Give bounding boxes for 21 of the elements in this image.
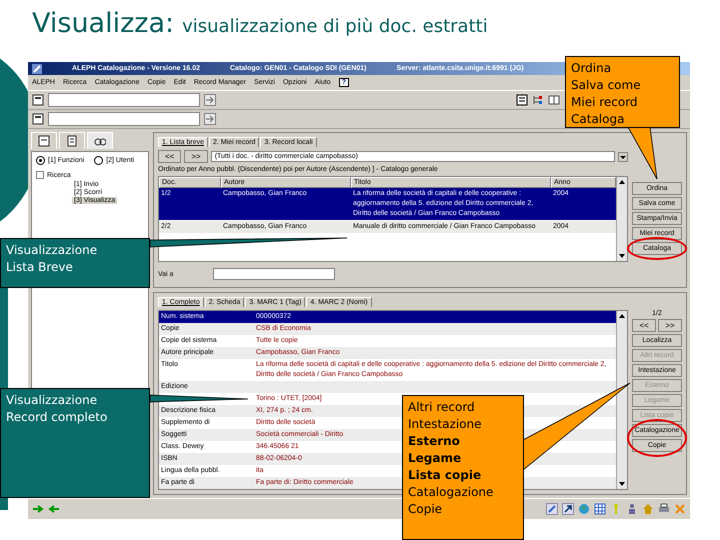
callout-text: Altri record	[408, 399, 476, 416]
nav-button[interactable]: <<	[632, 319, 656, 332]
callout-text: Ordina	[571, 60, 612, 77]
callout-text: Visualizzazione	[6, 392, 98, 409]
callout-text: Copie	[408, 501, 444, 518]
callout-text: Intestazione	[408, 416, 483, 433]
callout-text: Visualizzazione	[6, 242, 98, 259]
callout-text: Catalogazione	[408, 484, 494, 501]
callout-text: Record completo	[6, 409, 108, 426]
nav-button[interactable]: >>	[184, 150, 208, 163]
callout-text: Esterno	[408, 433, 461, 450]
nav-button[interactable]: <<	[158, 150, 182, 163]
callout-text: Lista Breve	[6, 259, 74, 276]
nav-button[interactable]: >>	[658, 319, 682, 332]
callout-text: Legame	[408, 450, 462, 467]
callout-text: Lista copie	[408, 467, 482, 484]
slide-subtitle: visualizzazione di più doc. estratti	[182, 16, 488, 37]
callout-text: Miei record	[571, 94, 639, 111]
callout-text: Salva come	[571, 77, 642, 94]
callout-text: Cataloga	[571, 111, 626, 128]
slide-title: Visualizza:	[32, 8, 174, 39]
